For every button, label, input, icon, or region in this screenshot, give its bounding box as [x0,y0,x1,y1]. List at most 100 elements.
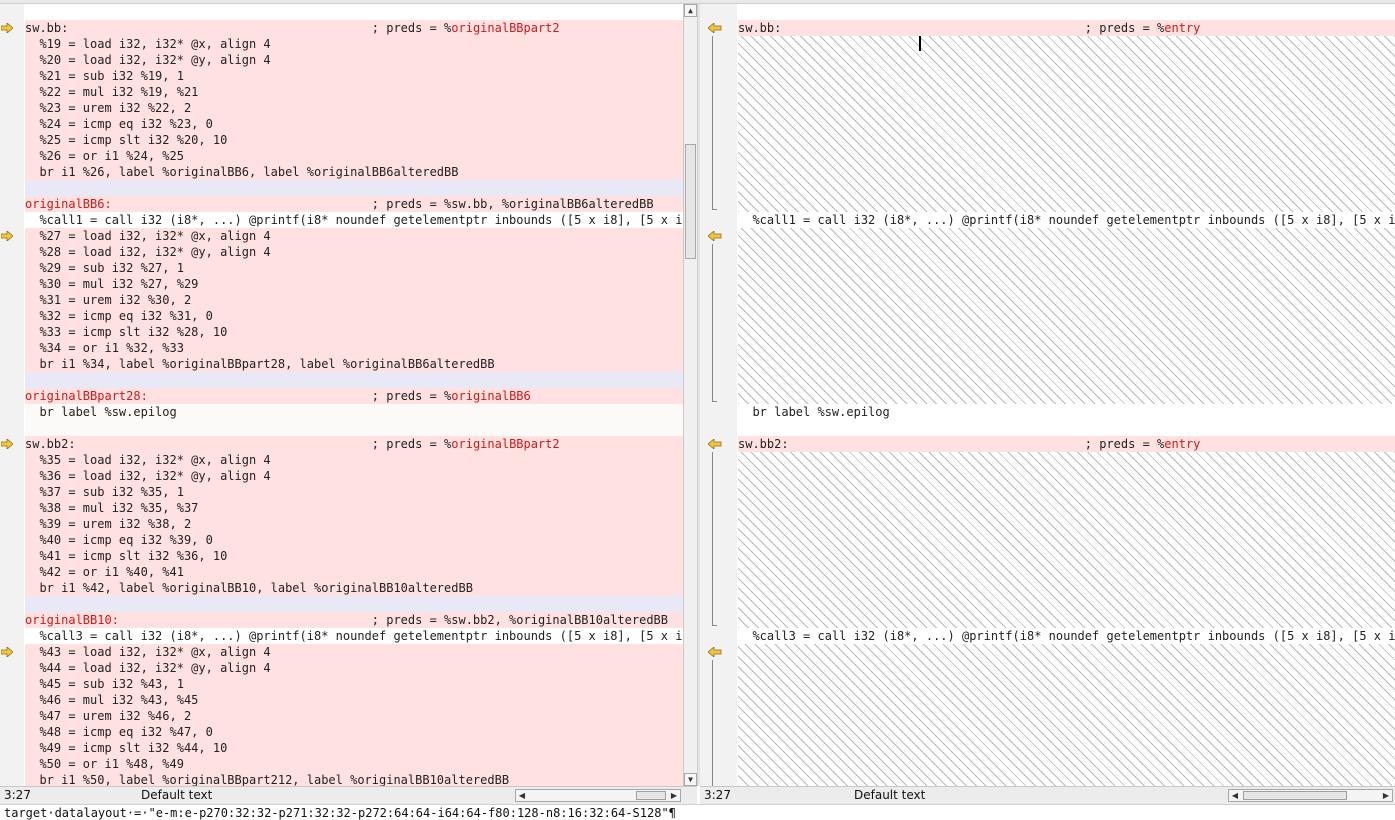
code-line[interactable]: originalBBpart28: ; preds = %originalBB6 [25,388,683,404]
code-line[interactable]: %38 = mul i32 %35, %37 [25,500,683,516]
code-line[interactable] [25,596,683,612]
cursor-position: 3:27 [4,788,31,802]
code-line[interactable]: %25 = icmp slt i32 %20, 10 [25,132,683,148]
code-line[interactable]: %26 = or i1 %24, %25 [25,148,683,164]
code-line[interactable]: %35 = load i32, i32* @x, align 4 [25,452,683,468]
code-text: %34 = or i1 %32, %33 [25,341,184,355]
code-text: %call3 = call i32 (i8*, ...) @printf(i8*… [25,629,683,643]
left-horizontal-scrollbar[interactable]: ◀ ▶ [515,789,681,802]
code-text-highlight: originalBB10: [25,613,119,627]
code-text: %24 = icmp eq i32 %23, 0 [25,117,213,131]
right-line-call3[interactable]: %call3 = call i32 (i8*, ...) @printf(i8*… [738,628,1395,644]
arrow-left-icon[interactable] [708,23,722,33]
code-line[interactable]: originalBB6: ; preds = %sw.bb, %original… [25,196,683,212]
code-line[interactable]: %41 = icmp slt i32 %36, 10 [25,548,683,564]
code-line[interactable]: %30 = mul i32 %27, %29 [25,276,683,292]
left-vertical-scrollbar[interactable]: ▲ ▼ [683,4,697,786]
code-line[interactable]: %27 = load i32, i32* @x, align 4 [25,228,683,244]
change-bracket-end [712,625,717,626]
syntax-mode[interactable]: Default text [854,788,925,802]
scroll-right-icon[interactable]: ▶ [1380,790,1392,801]
code-line[interactable] [25,372,683,388]
right-editor-pane[interactable]: sw.bb: ; preds = %entry %call1 = call i3… [700,4,1395,786]
code-text: %28 = load i32, i32* @y, align 4 [25,245,271,259]
code-text: %19 = load i32, i32* @x, align 4 [25,37,271,51]
scroll-down-icon[interactable]: ▼ [684,773,697,786]
code-line[interactable]: %36 = load i32, i32* @y, align 4 [25,468,683,484]
scroll-left-icon[interactable]: ◀ [1229,790,1241,801]
code-line[interactable]: %40 = icmp eq i32 %39, 0 [25,532,683,548]
right-line-call1[interactable]: %call1 = call i32 (i8*, ...) @printf(i8*… [738,212,1395,228]
right-line-sw-bb2[interactable]: sw.bb2: ; preds = %entry [738,436,1395,452]
code-line[interactable]: originalBB10: ; preds = %sw.bb2, %origin… [25,612,683,628]
scroll-left-icon[interactable]: ◀ [516,790,528,801]
arrow-left-icon[interactable] [708,647,722,657]
code-line[interactable] [25,420,683,436]
code-line[interactable]: %42 = or i1 %40, %41 [25,564,683,580]
code-line[interactable]: br i1 %42, label %originalBB10, label %o… [25,580,683,596]
code-line[interactable]: br i1 %26, label %originalBB6, label %or… [25,164,683,180]
code-line[interactable]: sw.bb2: ; preds = %originalBBpart2 [25,436,683,452]
code-text: %29 = sub i32 %27, 1 [25,261,184,275]
scroll-right-icon[interactable]: ▶ [668,790,680,801]
code-line[interactable]: %23 = urem i32 %22, 2 [25,100,683,116]
code-line[interactable]: br i1 %50, label %originalBBpart212, lab… [25,772,683,786]
arrow-left-icon[interactable] [708,439,722,449]
arrow-right-icon[interactable] [1,231,15,241]
code-line[interactable]: %call3 = call i32 (i8*, ...) @printf(i8*… [25,628,683,644]
code-line[interactable]: %call1 = call i32 (i8*, ...) @printf(i8*… [25,212,683,228]
code-text: sw.bb2: ; preds = % [738,437,1165,451]
code-line[interactable]: %31 = urem i32 %30, 2 [25,292,683,308]
right-line-sw-bb[interactable]: sw.bb: ; preds = %entry [738,20,1395,36]
code-line[interactable]: %47 = urem i32 %46, 2 [25,708,683,724]
code-line[interactable]: %34 = or i1 %32, %33 [25,340,683,356]
code-text-highlight: originalBBpart2 [451,21,560,35]
datalayout-line[interactable]: target·datalayout·=·"e-m:e-p270:32:32-p2… [0,804,1395,820]
code-line[interactable]: %50 = or i1 %48, %49 [25,756,683,772]
code-line[interactable]: %48 = icmp eq i32 %47, 0 [25,724,683,740]
right-horizontal-scrollbar[interactable]: ◀ ▶ [1228,789,1393,802]
scroll-thumb[interactable] [1243,791,1347,800]
code-line[interactable]: %20 = load i32, i32* @y, align 4 [25,52,683,68]
scroll-thumb[interactable] [685,144,696,259]
change-bracket [712,36,713,210]
arrow-right-icon[interactable] [1,647,15,657]
code-line[interactable]: %29 = sub i32 %27, 1 [25,260,683,276]
code-line[interactable]: br label %sw.epilog [25,404,683,420]
code-text: %call1 = call i32 (i8*, ...) @printf(i8*… [738,213,1395,227]
code-line[interactable]: %46 = mul i32 %43, %45 [25,692,683,708]
code-text: %26 = or i1 %24, %25 [25,149,184,163]
code-line[interactable] [25,180,683,196]
code-text: %31 = urem i32 %30, 2 [25,293,192,307]
code-line[interactable]: %39 = urem i32 %38, 2 [25,516,683,532]
code-line[interactable]: %28 = load i32, i32* @y, align 4 [25,244,683,260]
code-line[interactable]: %37 = sub i32 %35, 1 [25,484,683,500]
arrow-right-icon[interactable] [1,23,15,33]
syntax-mode[interactable]: Default text [141,788,212,802]
code-line[interactable]: br i1 %34, label %originalBBpart28, labe… [25,356,683,372]
code-line[interactable]: %44 = load i32, i32* @y, align 4 [25,660,683,676]
change-bracket [712,660,713,786]
left-status-bar: 3:27 Default text ◀ ▶ [0,786,697,804]
code-text: sw.bb: ; preds = % [25,21,452,35]
scroll-up-icon[interactable]: ▲ [684,4,697,17]
code-text: %45 = sub i32 %43, 1 [25,677,184,691]
code-line[interactable]: %22 = mul i32 %19, %21 [25,84,683,100]
code-line[interactable]: %43 = load i32, i32* @x, align 4 [25,644,683,660]
right-line-br-epilog[interactable]: br label %sw.epilog [738,404,1395,420]
code-line[interactable]: %33 = icmp slt i32 %28, 10 [25,324,683,340]
change-bracket [712,244,713,402]
scroll-thumb[interactable] [636,791,666,800]
code-line[interactable]: sw.bb: ; preds = %originalBBpart2 [25,20,683,36]
code-text: br i1 %42, label %originalBB10, label %o… [25,581,473,595]
arrow-left-icon[interactable] [708,231,722,241]
code-line[interactable]: %21 = sub i32 %19, 1 [25,68,683,84]
arrow-right-icon[interactable] [1,439,15,449]
code-line[interactable]: %49 = icmp slt i32 %44, 10 [25,740,683,756]
code-line[interactable]: %45 = sub i32 %43, 1 [25,676,683,692]
code-line[interactable]: %19 = load i32, i32* @x, align 4 [25,36,683,52]
code-line[interactable]: %32 = icmp eq i32 %31, 0 [25,308,683,324]
code-line[interactable]: %24 = icmp eq i32 %23, 0 [25,116,683,132]
code-text: %35 = load i32, i32* @x, align 4 [25,453,271,467]
left-editor-pane[interactable]: sw.bb: ; preds = %originalBBpart2 %19 = … [0,4,683,786]
